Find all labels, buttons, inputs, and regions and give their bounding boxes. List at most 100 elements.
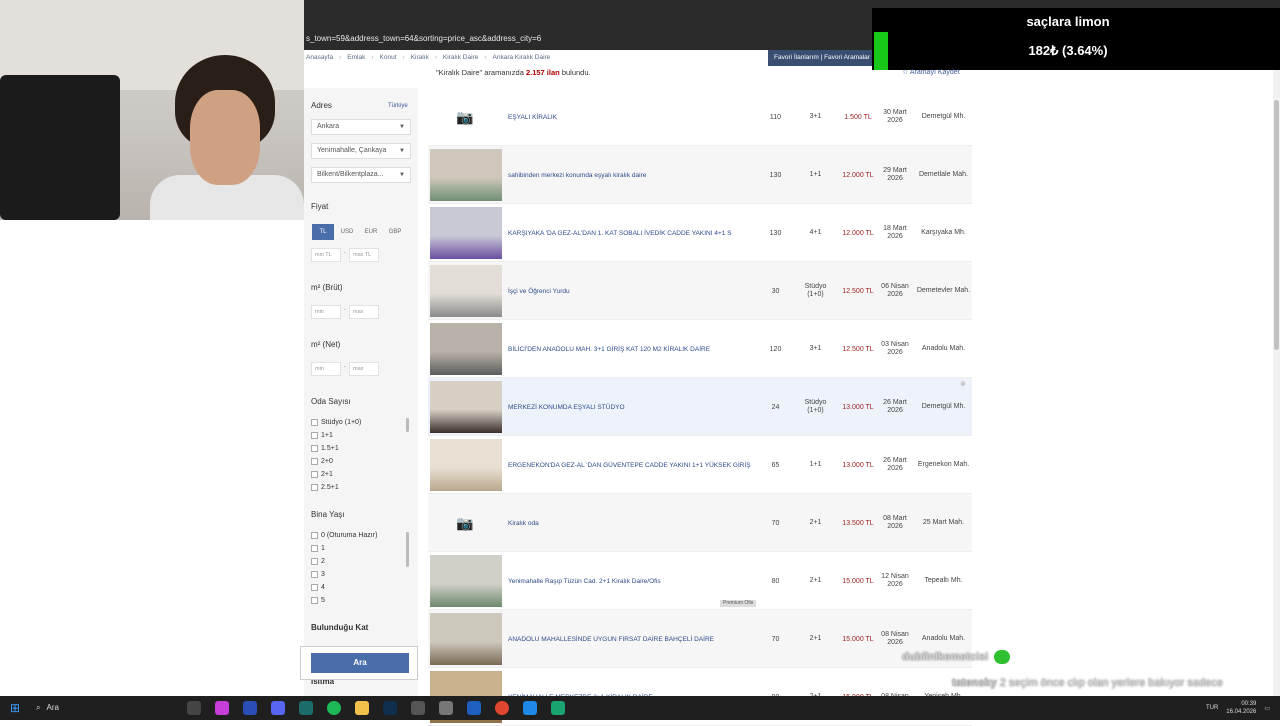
listing-title-text[interactable]: İşçi ve Öğrenci Yurdu [508,287,570,296]
listing-title[interactable]: Kiralık oda [508,494,753,552]
oda-option[interactable]: 2+0 [311,456,333,467]
bina-scrollbar[interactable] [406,532,409,567]
listing-row[interactable]: sahibinden merkezi konumda eşyalı kiralı… [428,146,972,204]
listing-photo[interactable] [430,265,502,317]
bina-option[interactable]: 0 (Oturuma Hazır) [311,530,377,541]
checkbox[interactable] [311,532,318,539]
oda-scrollbar[interactable] [406,418,409,432]
listing-title-text[interactable]: sahibinden merkezi konumda eşyalı kiralı… [508,171,646,180]
checkbox[interactable] [311,458,318,465]
listing-title[interactable]: EŞYALI KİRALIK [508,88,753,146]
no-photo-placeholder[interactable]: 📷 [430,91,502,143]
listing-photo[interactable] [430,613,502,665]
listing-title[interactable]: sahibinden merkezi konumda eşyalı kiralı… [508,146,753,204]
listing-title-text[interactable]: Kiralık oda [508,519,539,528]
listing-title-text[interactable]: KARŞIYAKA 'DA GEZ-AL'DAN 1. KAT SOBALI İ… [508,229,732,238]
listing-photo[interactable] [430,149,502,201]
listing-title[interactable]: BİLİCİ'DEN ANADOLU MAH. 3+1 GİRİŞ KAT 12… [508,320,753,378]
net-max-input[interactable]: max [349,362,379,376]
currency-eur-button[interactable]: EUR [360,224,382,240]
save-search-link[interactable]: ☆ Aramayı Kaydet [902,66,960,80]
breadcrumb-item[interactable]: Kiralık [411,50,429,66]
checkbox[interactable] [311,471,318,478]
breadcrumb-item[interactable]: Ankara Kiralık Daire [493,50,551,66]
listing-row[interactable]: 📷 EŞYALI KİRALIK 110 3+1 1.500 TL 30 Mart 202… [428,88,972,146]
clock[interactable]: 00:39 16.04.2026 [1226,700,1256,716]
windows-start-icon[interactable]: ⊞ [0,696,30,720]
checkbox[interactable] [311,571,318,578]
checkbox[interactable] [311,419,318,426]
currency-gbp-button[interactable]: GBP [384,224,406,240]
bina-option[interactable]: 1 [311,543,325,554]
favorites-links[interactable]: Favori İlanlarım | Favori Aramalar [774,54,870,61]
currency-usd-button[interactable]: USD [336,224,358,240]
listing-title-text[interactable]: Yenimahalle Raşıp Tüzün Cad. 2+1 Kiralık… [508,577,661,586]
listing-row[interactable]: Yenimahalle Raşıp Tüzün Cad. 2+1 Kiralık… [428,552,972,610]
photoshop-icon[interactable] [376,696,404,720]
listing-title[interactable]: İşçi ve Öğrenci Yurdu [508,262,753,320]
checkbox[interactable] [311,597,318,604]
checkbox[interactable] [311,432,318,439]
quarter-select[interactable]: Bilkent/Bilkentplaza... ▼ [311,167,411,183]
breadcrumb-item[interactable]: Anasayfa [306,50,333,66]
no-photo-placeholder[interactable]: 📷 [430,497,502,549]
task-view-icon[interactable] [180,696,208,720]
language-indicator[interactable]: TUR [1206,705,1218,711]
bina-option[interactable]: 3 [311,569,325,580]
oda-option[interactable]: 1.5+1 [311,443,339,454]
app-icon[interactable] [432,696,460,720]
listing-row[interactable]: MERKEZİ KONUMDA EŞYALI STÜDYO 24 Stüdyo (1… [428,378,972,436]
town-select[interactable]: Yenimahalle, Çankaya ▼ [311,143,411,159]
listing-title[interactable]: KARŞIYAKA 'DA GEZ-AL'DAN 1. KAT SOBALI İ… [508,204,753,262]
listing-title-text[interactable]: EŞYALI KİRALIK [508,113,557,122]
listing-photo[interactable] [430,381,502,433]
spotify-icon[interactable] [320,696,348,720]
address-bar[interactable]: s_town=59&address_town=64&sorting=price_… [304,28,904,50]
listing-title[interactable]: ERGENEKON'DA GEZ-AL 'DAN GÜVENTEPE CADDE… [508,436,753,494]
bina-option[interactable]: 5 [311,595,325,606]
listing-title-text[interactable]: ERGENEKON'DA GEZ-AL 'DAN GÜVENTEPE CADDE… [508,461,751,470]
discord-icon[interactable] [264,696,292,720]
checkbox[interactable] [311,545,318,552]
app-icon[interactable] [292,696,320,720]
notification-icon[interactable]: ▭ [1264,705,1270,712]
oda-option[interactable]: 2+1 [311,469,333,480]
listing-photo[interactable] [430,555,502,607]
listing-row[interactable]: İşçi ve Öğrenci Yurdu 30 Stüdyo (1+0) 12.50… [428,262,972,320]
checkbox[interactable] [311,584,318,591]
oda-option[interactable]: 1+1 [311,430,333,441]
listing-photo[interactable] [430,439,502,491]
checkbox[interactable] [311,558,318,565]
breadcrumb-item[interactable]: Emlak [347,50,365,66]
listing-photo[interactable] [430,323,502,375]
copilot-icon[interactable] [208,696,236,720]
country-link[interactable]: Türkiye [388,103,408,109]
listing-title-text[interactable]: MERKEZİ KONUMDA EŞYALI STÜDYO [508,403,625,412]
currency-tl-button[interactable]: TL [312,224,334,240]
breadcrumb-item[interactable]: Konut [380,50,397,66]
city-select[interactable]: Ankara ▼ [311,119,411,135]
brut-min-input[interactable]: min [311,305,341,319]
listing-title[interactable]: MERKEZİ KONUMDA EŞYALI STÜDYO [508,378,753,436]
bina-option[interactable]: 4 [311,582,325,593]
listing-title-text[interactable]: ANADOLU MAHALLESİNDE UYGUN FIRSAT DAİRE … [508,635,714,644]
file-explorer-icon[interactable] [348,696,376,720]
close-circle-icon[interactable]: ⊗ [960,380,966,388]
app-icon[interactable] [516,696,544,720]
app-icon[interactable] [404,696,432,720]
scrollbar-thumb[interactable] [1274,100,1279,350]
listing-title[interactable]: Yenimahalle Raşıp Tüzün Cad. 2+1 Kiralık… [508,552,753,610]
listing-photo[interactable] [430,207,502,259]
app-icon[interactable] [544,696,572,720]
bina-option[interactable]: 2 [311,556,325,567]
price-max-input[interactable]: max TL [349,248,379,262]
breadcrumb-item[interactable]: Kiralık Daire [443,50,478,66]
favorites-bar[interactable]: Favori İlanlarım | Favori Aramalar [768,50,872,66]
listing-title[interactable]: ANADOLU MAHALLESİNDE UYGUN FIRSAT DAİRE … [508,610,753,668]
search-button[interactable]: Ara [311,653,409,673]
listing-row[interactable]: ERGENEKON'DA GEZ-AL 'DAN GÜVENTEPE CADDE… [428,436,972,494]
listing-title-text[interactable]: BİLİCİ'DEN ANADOLU MAH. 3+1 GİRİŞ KAT 12… [508,345,710,354]
app-icon[interactable] [236,696,264,720]
checkbox[interactable] [311,445,318,452]
listing-row[interactable]: ANADOLU MAHALLESİNDE UYGUN FIRSAT DAİRE … [428,610,972,668]
